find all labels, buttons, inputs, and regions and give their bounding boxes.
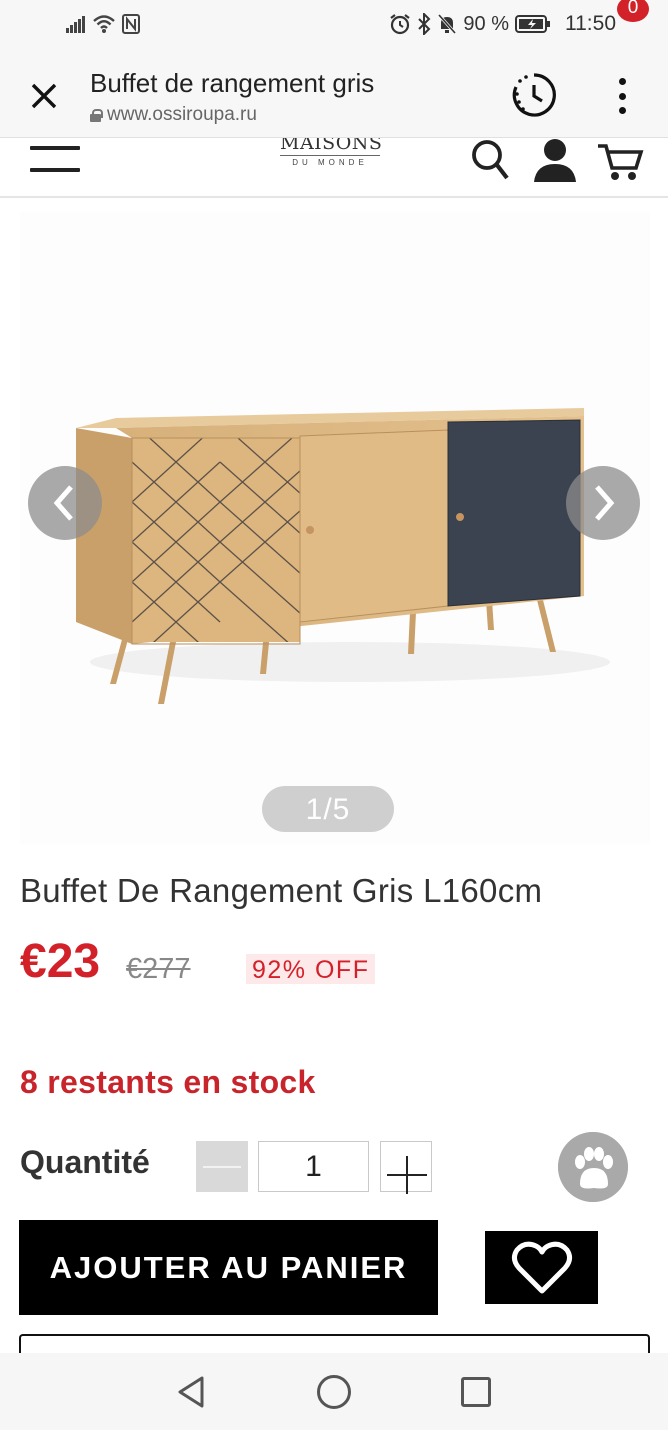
user-icon[interactable] [532,138,578,182]
site-header: MAISONS DU MONDE [0,138,668,198]
chevron-right-icon [595,485,615,521]
browser-page-title: Buffet de rangement gris [90,68,375,98]
product-title: Buffet De Rangement Gris L160cm [20,872,543,909]
home-icon[interactable] [317,1375,351,1409]
wifi-icon [93,15,115,33]
quantity-input[interactable] [258,1141,369,1192]
logo-bottom-text: DU MONDE [292,158,368,167]
current-price: €23 [20,935,101,988]
battery-icon [515,15,550,33]
url-text: www.ossiroupa.ru [107,104,257,125]
more-vert-icon[interactable] [610,78,634,114]
search-icon[interactable] [470,138,510,182]
wishlist-button[interactable] [485,1231,598,1304]
heart-icon [511,1241,572,1293]
cart-icon[interactable] [596,140,644,182]
stock-status: 8 restants en stock [20,1064,316,1100]
clock: 11:50 [565,12,616,35]
chevron-left-icon [53,485,73,521]
signal-icon [66,15,86,33]
product-image-gallery[interactable]: 1/5 [20,212,650,844]
site-logo[interactable]: MAISONS DU MONDE [280,138,382,167]
status-left-icons [66,14,140,34]
add-to-cart-button[interactable]: AJOUTER AU PANIER [19,1220,438,1315]
history-icon[interactable] [511,72,557,118]
hamburger-icon[interactable] [30,146,80,172]
lock-icon [90,108,103,122]
quantity-increase-button[interactable] [380,1141,432,1194]
battery-percent: 90 % [463,12,509,35]
back-icon[interactable] [176,1375,208,1409]
quantity-decrease-button[interactable] [196,1141,248,1192]
browser-toolbar: Buffet de rangement gris www.ossiroupa.r… [0,52,668,138]
discount-badge: 92% OFF [246,954,376,984]
close-icon [31,83,57,109]
status-bar: 90 % 11:50 [0,0,668,52]
alarm-icon [390,14,411,35]
close-button[interactable] [22,74,66,118]
original-price: €277 [126,953,191,985]
bluetooth-icon [418,13,431,35]
paw-icon[interactable] [558,1132,628,1202]
browser-url[interactable]: www.ossiroupa.ru [90,104,257,126]
logo-top-text: MAISONS [280,138,382,156]
status-right-icons: 90 % 11:50 [389,12,616,36]
recents-icon[interactable] [461,1377,491,1407]
nfc-icon [122,14,140,34]
mute-icon [438,14,457,34]
gallery-next-button[interactable] [566,466,640,540]
quantity-label: Quantité [20,1144,150,1180]
product-image [76,408,610,704]
price-row: €23 €277 92% OFF [20,934,640,994]
gallery-counter: 1/5 [262,786,394,832]
system-navigation-bar [0,1353,668,1430]
gallery-prev-button[interactable] [28,466,102,540]
